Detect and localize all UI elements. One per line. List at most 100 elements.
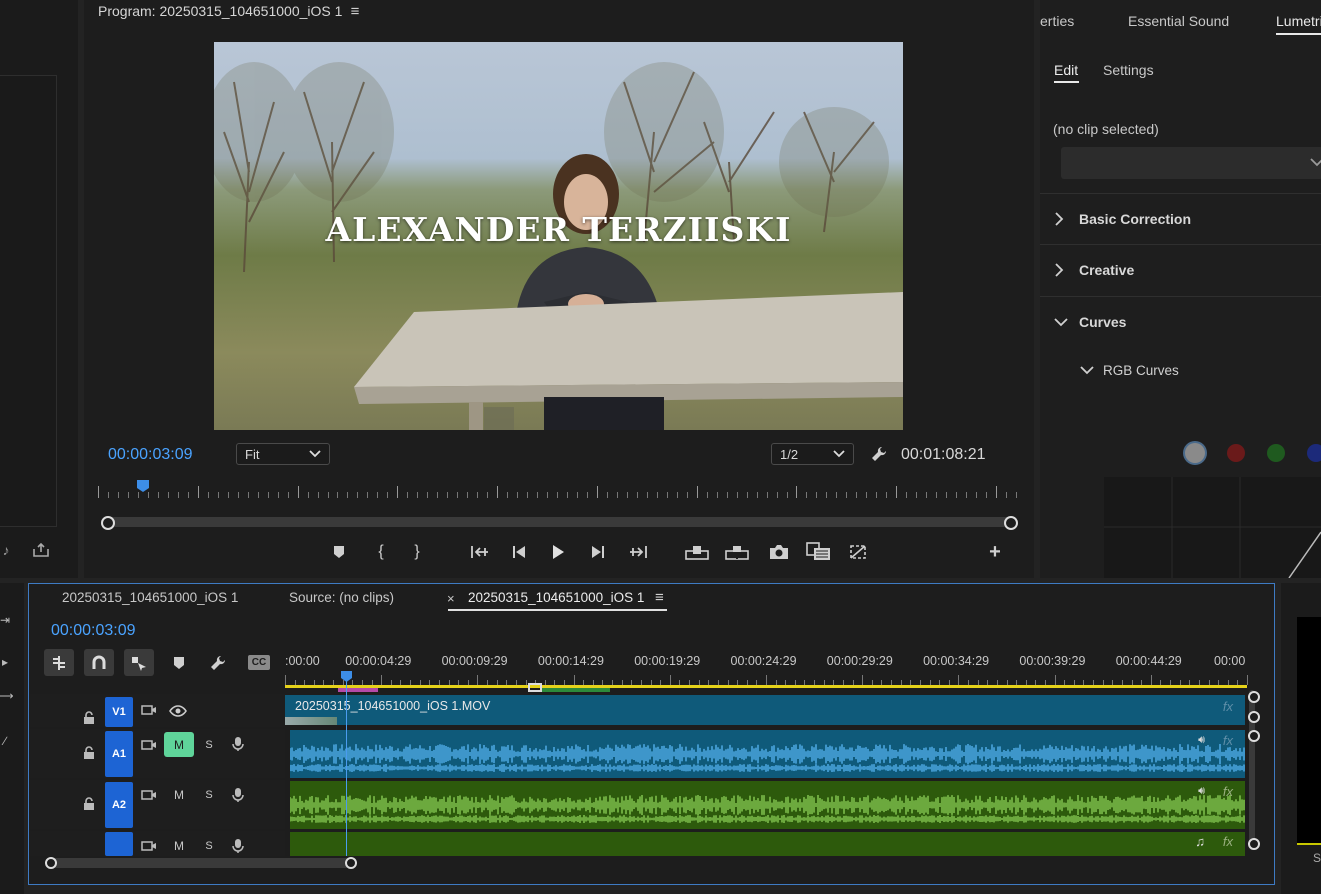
speaker-icon[interactable]: 🔊︎ [1198,785,1205,798]
timeline-current-timecode[interactable]: 00:00:03:09 [51,622,136,640]
close-tab-icon[interactable]: × [447,591,455,606]
razor-tool-icon[interactable]: ▸ [0,654,10,670]
timeline-playhead-line[interactable] [346,676,347,856]
mark-out-icon[interactable]: } [408,542,426,562]
tab-properties[interactable]: erties [1040,13,1074,29]
fx-badge[interactable]: fx [1223,834,1233,849]
resolution-dropdown[interactable]: 1/2 [771,443,854,465]
go-to-in-icon[interactable] [469,543,491,561]
export-icon[interactable] [32,540,50,560]
add-marker-icon[interactable] [170,654,188,672]
subsection-rgb-curves[interactable]: RGB Curves [1080,360,1179,380]
tab-lumetri[interactable]: Lumetri [1276,13,1321,29]
microphone-icon[interactable] [230,837,246,855]
snap-magnet-icon[interactable] [84,649,114,676]
solo-button-a2[interactable]: S [201,787,217,803]
captions-icon[interactable]: CC [248,655,270,670]
video-frame[interactable]: ALEXANDER TERZIISKI [214,42,903,430]
curve-channel-red[interactable] [1227,444,1245,462]
timeline-settings-wrench-icon[interactable] [208,653,228,673]
curve-channel-white[interactable] [1185,443,1205,463]
curve-graph[interactable] [1104,477,1321,578]
track-target-a3[interactable] [105,832,133,856]
track-target-v1[interactable]: V1 [105,697,133,727]
comparison-view-icon[interactable] [806,541,832,563]
subtab-settings[interactable]: Settings [1103,62,1154,78]
program-current-timecode[interactable]: 00:00:03:09 [108,446,193,464]
program-playhead[interactable] [136,479,150,493]
toggle-sync-lock-icon[interactable] [140,737,158,753]
timeline-work-area-bar[interactable] [285,685,1247,688]
eye-icon[interactable] [169,703,187,719]
section-creative[interactable]: Creative [1040,244,1321,295]
track-target-a1[interactable]: A1 [105,731,133,777]
video-clip-v1[interactable]: 20250315_104651000_iOS 1.MOV fx [285,695,1245,725]
solo-button-a1[interactable]: S [201,737,217,753]
speaker-icon[interactable]: 🔊︎ [1198,734,1205,747]
add-marker-icon[interactable] [330,543,348,561]
linked-selection-icon[interactable] [124,649,154,676]
v-scroll-handle[interactable] [1248,711,1260,723]
clip-selector-dropdown[interactable] [1061,147,1321,179]
timeline-tab-active[interactable]: 20250315_104651000_iOS 1 [468,590,644,605]
nest-sequence-icon[interactable] [44,649,74,676]
pen-tool-icon[interactable]: ∕ [0,733,10,749]
toggle-sync-lock-icon[interactable] [140,838,158,854]
timeline-tab-source[interactable]: Source: (no clips) [289,590,394,605]
lock-icon[interactable] [82,796,96,812]
audio-clip-a2[interactable]: 🔊︎ fx [290,781,1245,829]
v-scroll-handle[interactable] [1248,730,1260,742]
fx-badge[interactable]: fx [1223,784,1233,799]
toggle-sync-lock-icon[interactable] [140,702,158,718]
mute-button-a2[interactable]: M [171,787,187,803]
ripple-tool-icon[interactable]: ⇥ [0,612,10,628]
timeline-tab-menu-icon[interactable]: ≡ [655,589,664,606]
slip-tool-icon[interactable]: ⟷ [0,688,14,704]
scrollbar-handle-left[interactable] [101,516,115,530]
go-to-out-icon[interactable] [627,543,649,561]
microphone-icon[interactable] [230,735,246,753]
tab-essential-sound[interactable]: Essential Sound [1128,13,1229,29]
v-scroll-handle[interactable] [1248,691,1260,703]
extract-icon[interactable] [725,543,749,561]
fx-badge[interactable]: fx [1223,733,1233,748]
timeline-ruler[interactable]: :00:00 00:00:04:29 00:00:09:29 00:00:14:29 0… [285,650,1248,688]
music-note-icon[interactable]: ♪ [0,540,12,560]
audio-clip-a3[interactable]: ♫ fx [290,832,1245,856]
meter-solo-label[interactable]: S [1313,851,1321,865]
fit-dropdown[interactable]: Fit [236,443,330,465]
h-scroll-handle-right[interactable] [345,857,357,869]
audio-clip-a1[interactable]: 🔊︎ fx [290,730,1245,778]
section-curves[interactable]: Curves [1040,296,1321,347]
step-forward-icon[interactable] [589,543,607,561]
solo-button-a3[interactable]: S [201,838,217,854]
section-basic-correction[interactable]: Basic Correction [1040,193,1321,244]
timeline-tab-1[interactable]: 20250315_104651000_iOS 1 [62,590,238,605]
export-frame-icon[interactable] [769,543,789,561]
scrollbar-handle-right[interactable] [1004,516,1018,530]
microphone-icon[interactable] [230,786,246,804]
timeline-playhead-head[interactable] [340,670,353,683]
program-monitor-title[interactable]: Program: 20250315_104651000_iOS 1 [98,3,342,19]
step-back-icon[interactable] [510,543,528,561]
curve-channel-blue[interactable] [1307,444,1321,462]
track-target-a2[interactable]: A2 [105,782,133,828]
mute-button-a1[interactable]: M [164,732,194,757]
program-time-ruler[interactable] [98,478,1017,498]
timeline-zoom-scrollbar[interactable] [51,858,351,868]
play-icon[interactable] [549,543,567,561]
add-button-icon[interactable]: + [986,541,1004,563]
lock-icon[interactable] [82,745,96,761]
h-scroll-handle-left[interactable] [45,857,57,869]
toggle-sync-lock-icon[interactable] [140,787,158,803]
mute-button-a3[interactable]: M [171,838,187,854]
lift-icon[interactable] [685,543,709,561]
program-zoom-scrollbar[interactable] [106,517,1012,527]
safe-margins-icon[interactable] [848,543,868,561]
lock-icon[interactable] [82,710,96,726]
curve-channel-green[interactable] [1267,444,1285,462]
panel-menu-icon[interactable]: ≡ [348,2,362,20]
v-scroll-handle[interactable] [1248,838,1260,850]
subtab-edit[interactable]: Edit [1054,62,1078,78]
fx-badge[interactable]: fx [1223,699,1233,714]
